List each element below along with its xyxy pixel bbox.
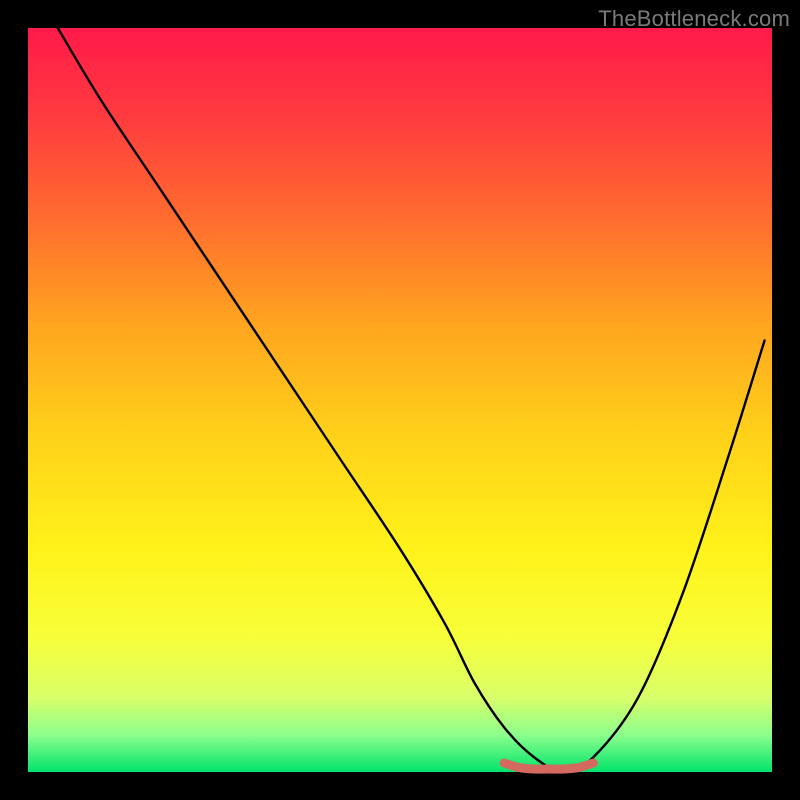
bottleneck-chart [0, 0, 800, 800]
watermark-label: TheBottleneck.com [598, 6, 790, 32]
chart-container: TheBottleneck.com [0, 0, 800, 800]
